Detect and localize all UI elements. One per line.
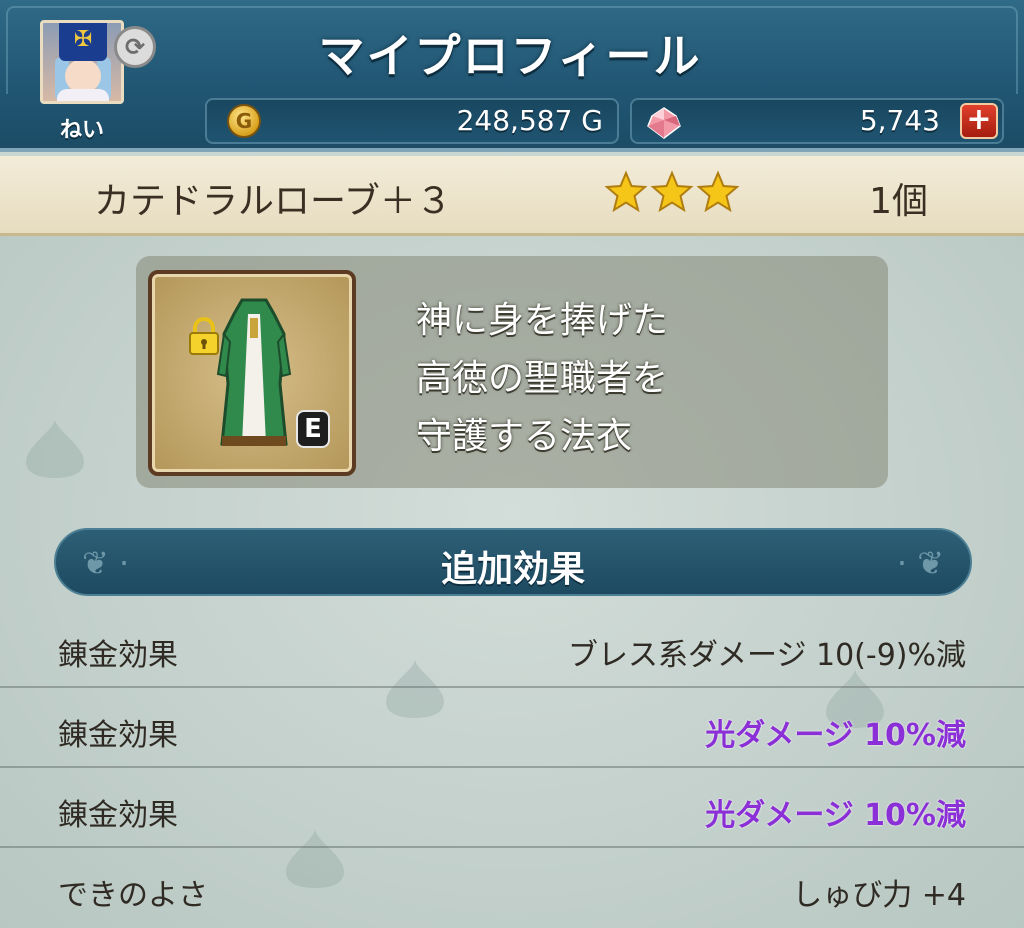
flourish-ornament-icon: · ❦ xyxy=(896,544,944,582)
avatar[interactable]: ✠ xyxy=(40,20,124,104)
star-icon xyxy=(650,170,694,213)
avatar-dress xyxy=(57,89,109,101)
item-star-rating xyxy=(604,170,742,214)
avatar-hat-emblem: ✠ xyxy=(74,27,93,52)
description-line: 神に身を捧げた xyxy=(416,300,669,341)
robe-icon xyxy=(216,298,292,446)
gem-value: 5,743 xyxy=(859,104,940,137)
star-icon xyxy=(604,170,648,213)
player-name: ねい xyxy=(59,118,104,143)
bonus-row: 錬金効果 光ダメージ 10%減 xyxy=(0,688,1024,768)
bonus-section-title: 追加効果 xyxy=(440,549,585,590)
swap-icon[interactable]: ⟳ xyxy=(114,26,156,68)
bonus-row: 錬金効果 光ダメージ 10%減 xyxy=(0,768,1024,848)
star-icon xyxy=(696,170,740,213)
gem-icon xyxy=(647,107,681,139)
bonus-value: 光ダメージ 10%減 xyxy=(705,798,966,833)
bonus-value: ブレス系ダメージ 10(-9)%減 xyxy=(567,638,966,673)
bonus-label: 錬金効果 xyxy=(58,718,178,753)
bonus-list: 錬金効果 ブレス系ダメージ 10(-9)%減 錬金効果 光ダメージ 10%減 錬… xyxy=(0,608,1024,928)
item-count: 1個 xyxy=(869,181,928,222)
bonus-label: できのよさ xyxy=(58,878,208,913)
bonus-label: 錬金効果 xyxy=(58,638,178,673)
bonus-section-header: ❦ · 追加効果 · ❦ xyxy=(54,528,972,596)
gold-display: G 248,587 G xyxy=(205,98,619,144)
item-description: 神に身を捧げた 高徳の聖職者を 守護する法衣 xyxy=(416,292,856,466)
bonus-value: 光ダメージ 10%減 xyxy=(705,718,966,753)
slime-watermark-icon xyxy=(26,420,84,478)
bonus-row: 錬金効果 ブレス系ダメージ 10(-9)%減 xyxy=(0,608,1024,688)
avatar-face xyxy=(65,59,101,93)
plus-icon: + xyxy=(966,102,992,137)
bonus-value: しゅび力 +4 xyxy=(792,878,966,913)
page-title: マイプロフィール xyxy=(318,29,702,83)
description-line: 高徳の聖職者を xyxy=(416,358,669,399)
equipped-badge: E xyxy=(296,410,330,448)
add-gems-button[interactable]: + xyxy=(960,103,998,139)
item-title-bar: カテドラルローブ＋３ 1個 xyxy=(0,156,1024,236)
gem-display: 5,743 + xyxy=(630,98,1004,144)
gold-value: 248,587 G xyxy=(456,104,603,137)
gold-coin-icon: G xyxy=(227,104,261,138)
item-name: カテドラルローブ＋３ xyxy=(94,181,452,222)
description-line: 守護する法衣 xyxy=(416,416,633,457)
bonus-label: 錬金効果 xyxy=(58,798,178,833)
bonus-row: できのよさ しゅび力 +4 xyxy=(0,848,1024,928)
item-icon-frame[interactable]: E xyxy=(148,270,356,476)
